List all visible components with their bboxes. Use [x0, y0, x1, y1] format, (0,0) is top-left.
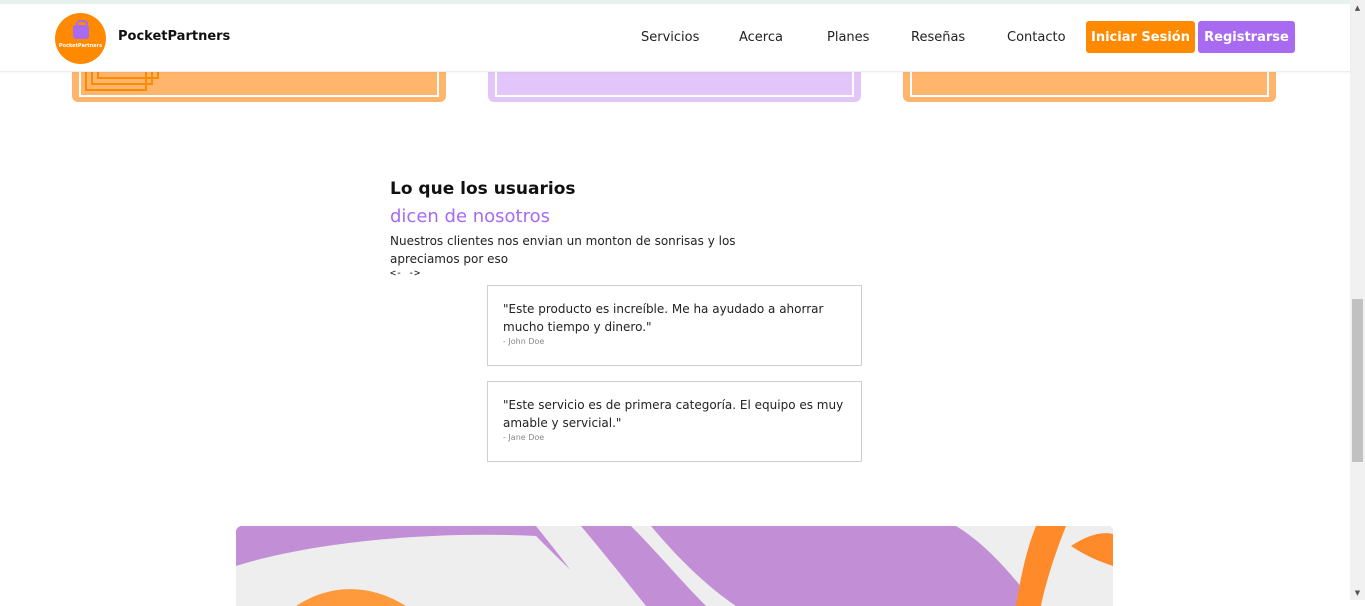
register-button[interactable]: Registrarse — [1198, 21, 1295, 53]
testimonials-title: Lo que los usuarios — [390, 179, 576, 199]
login-button[interactable]: Iniciar Sesión — [1086, 21, 1195, 53]
review-card: "Este servicio es de primera categoría. … — [487, 381, 862, 462]
nav-link-contacto[interactable]: Contacto — [1007, 30, 1066, 45]
prev-arrow-button[interactable]: <- — [390, 268, 402, 279]
nav-link-acerca[interactable]: Acerca — [739, 30, 783, 45]
site-header: PocketPartners PocketPartners Servicios … — [0, 4, 1350, 72]
nav-link-resenas[interactable]: Reseñas — [911, 30, 965, 45]
bottom-banner — [236, 526, 1113, 606]
scroll-up-arrow-icon[interactable]: ▲ — [1350, 0, 1365, 15]
abstract-waves-illustration — [236, 526, 1113, 606]
carousel-arrows: <- -> — [390, 268, 420, 279]
scrollbar-thumb[interactable] — [1352, 299, 1363, 462]
page-scrollbar[interactable]: ▲ ▼ — [1350, 0, 1365, 600]
review-author: - Jane Doe — [503, 433, 545, 442]
next-arrow-button[interactable]: -> — [408, 268, 420, 279]
review-quote: "Este producto es increíble. Me ha ayuda… — [503, 302, 824, 334]
testimonials-subtitle: dicen de nosotros — [390, 206, 551, 227]
testimonials-description: Nuestros clientes nos envian un monton d… — [390, 234, 736, 266]
review-author: - John Doe — [503, 337, 545, 346]
review-quote: "Este servicio es de primera categoría. … — [503, 398, 844, 430]
nav-link-planes[interactable]: Planes — [827, 30, 869, 45]
scroll-down-arrow-icon[interactable]: ▼ — [1350, 585, 1365, 600]
nav-link-servicios[interactable]: Servicios — [641, 30, 699, 45]
review-card: "Este producto es increíble. Me ha ayuda… — [487, 285, 862, 366]
